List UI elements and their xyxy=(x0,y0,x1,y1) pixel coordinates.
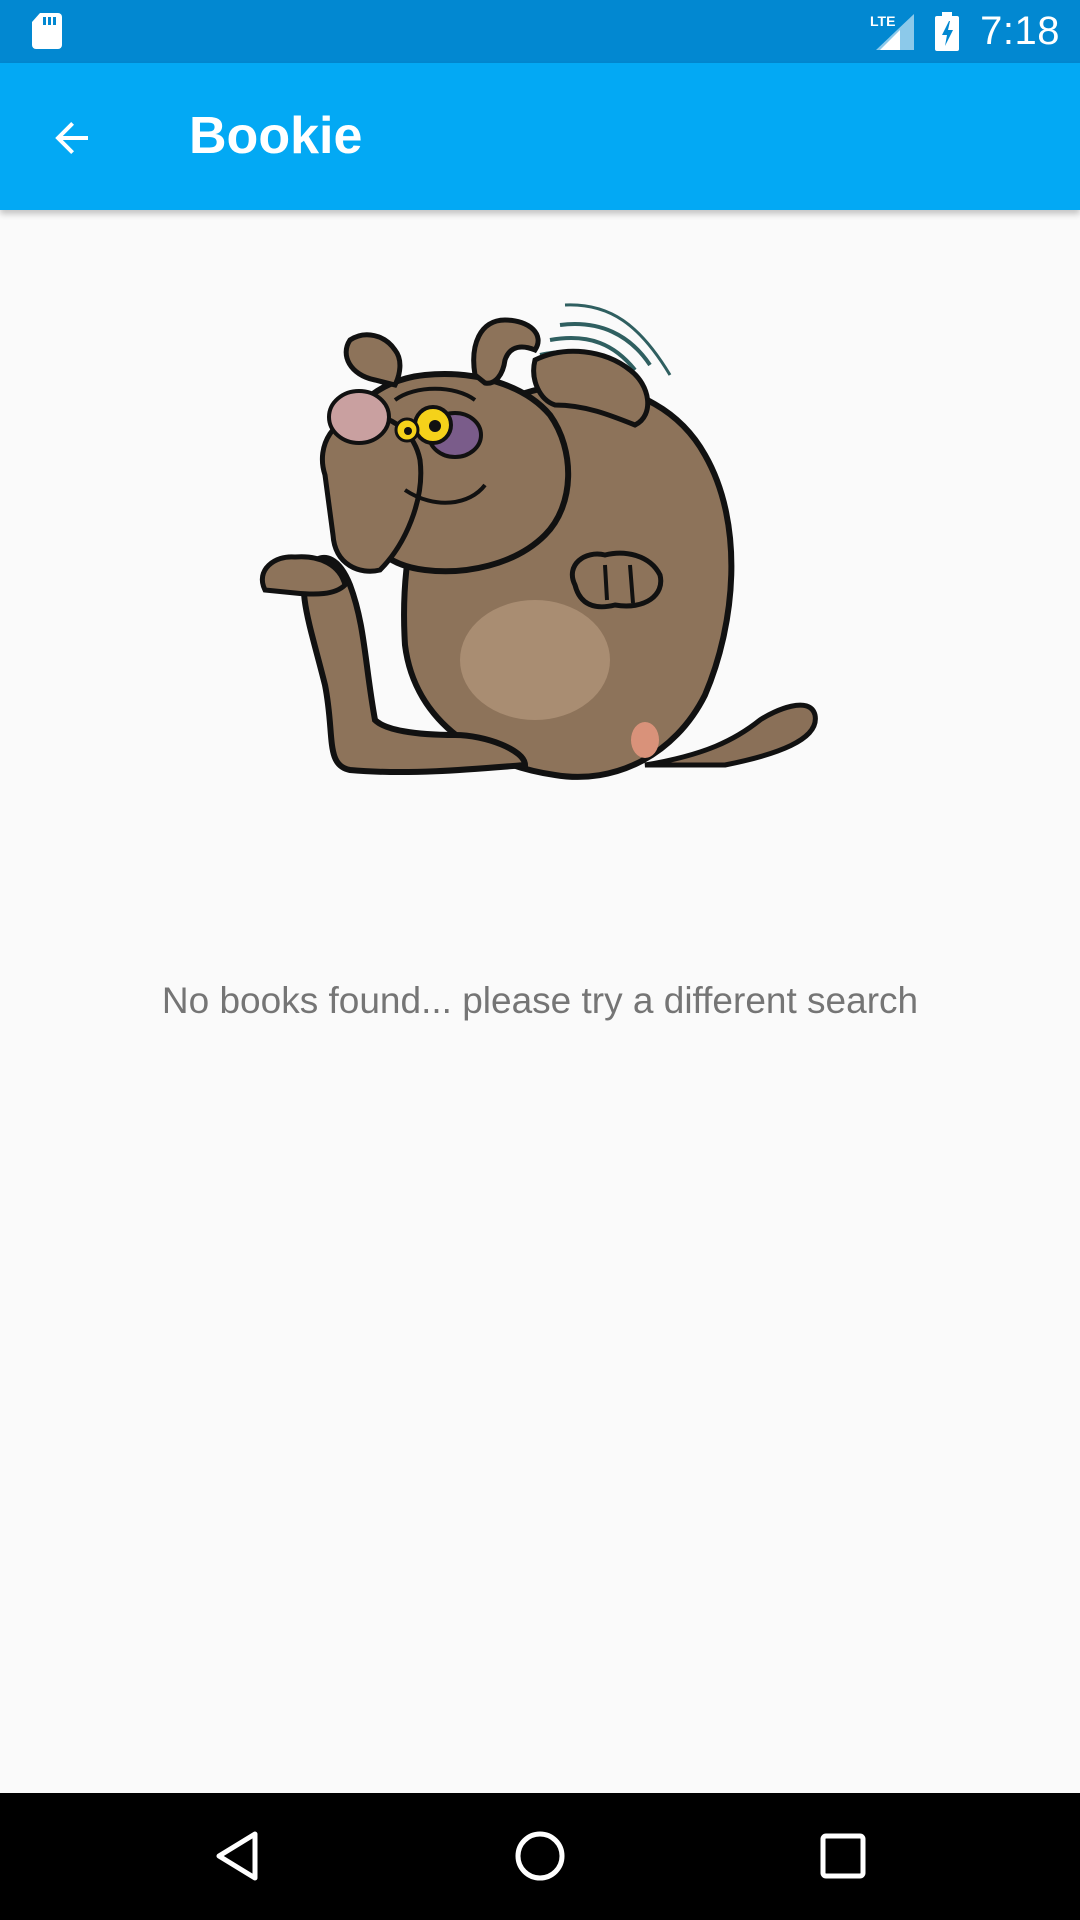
app-bar: Bookie xyxy=(0,63,1080,210)
app-title: Bookie xyxy=(189,107,363,165)
status-bar: LTE 7:18 xyxy=(0,0,1080,63)
nav-home-button[interactable] xyxy=(500,1816,580,1896)
screen: LTE 7:18 Bookie No books found... please… xyxy=(0,0,1080,1920)
main-content: No books found... please try a different… xyxy=(0,210,1080,1793)
status-icons: LTE 7:18 xyxy=(870,0,1060,63)
confused-dog-illustration xyxy=(259,303,818,780)
nav-back-icon xyxy=(216,1831,258,1881)
lte-signal-icon: LTE xyxy=(870,13,915,50)
arrow-back-icon xyxy=(55,122,88,154)
empty-state-message: No books found... please try a different… xyxy=(161,980,919,1021)
back-button[interactable] xyxy=(30,96,114,180)
nav-recents-icon xyxy=(820,1833,866,1879)
nav-home-icon xyxy=(515,1831,565,1881)
nav-recents-button[interactable] xyxy=(803,1816,883,1896)
battery-charging-icon xyxy=(935,11,960,51)
system-nav-bar xyxy=(0,1793,1080,1920)
nav-back-button[interactable] xyxy=(197,1816,277,1896)
status-time: 7:18 xyxy=(980,9,1060,53)
lte-label: LTE xyxy=(870,13,895,29)
sd-card-icon xyxy=(32,13,62,49)
